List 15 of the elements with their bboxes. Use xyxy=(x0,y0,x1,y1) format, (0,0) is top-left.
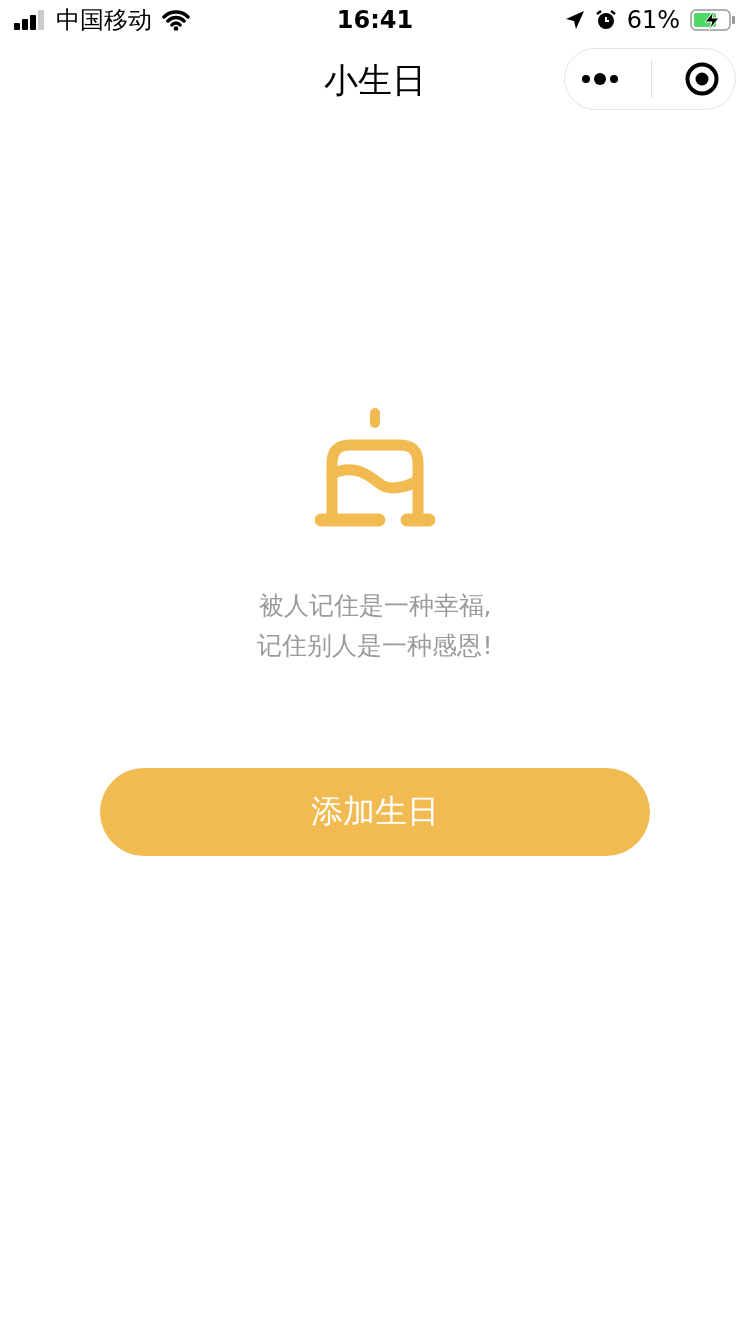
signal-icon xyxy=(14,10,46,30)
more-icon[interactable] xyxy=(581,72,620,86)
cake-icon xyxy=(315,408,435,528)
page-title: 小生日 xyxy=(324,59,426,102)
slogan-line: 记住别人是一种感恩! xyxy=(257,630,493,662)
battery-charging-icon xyxy=(690,9,736,31)
wifi-icon xyxy=(162,9,190,31)
alarm-clock-icon xyxy=(594,9,617,31)
status-time: 16:41 xyxy=(336,6,414,34)
slogan-line: 被人记住是一种幸福, xyxy=(258,590,492,622)
battery-percent: 61% xyxy=(626,6,680,34)
location-arrow-icon xyxy=(564,10,585,30)
close-target-icon[interactable] xyxy=(684,62,719,96)
carrier-name: 中国移动 xyxy=(56,5,152,36)
add-birthday-button[interactable]: 添加生日 xyxy=(100,768,650,856)
